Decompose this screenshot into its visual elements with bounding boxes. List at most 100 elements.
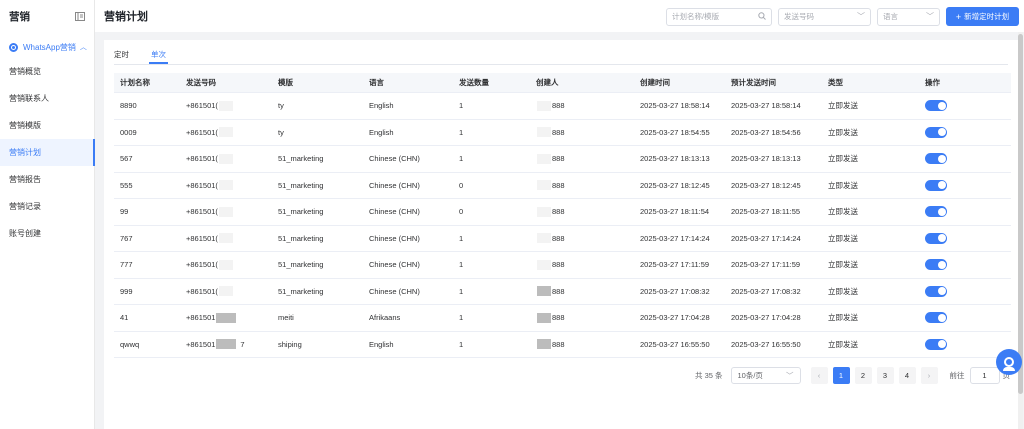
- search-field[interactable]: [666, 7, 772, 26]
- created-time-text: 2025-03-27 17:14:24: [640, 233, 710, 243]
- number-select[interactable]: 发送号码 ﹀: [778, 7, 871, 26]
- cell-action: [925, 305, 947, 331]
- cell-phone-number: +861501(: [186, 93, 234, 119]
- customer-service-button[interactable]: [996, 349, 1022, 375]
- page-button-4[interactable]: 4: [898, 367, 916, 384]
- cell-send-count: 1: [459, 226, 463, 252]
- page-button-1[interactable]: 1: [832, 367, 850, 384]
- page-button-3[interactable]: 3: [876, 367, 894, 384]
- cell-template: 51_marketing: [278, 199, 323, 225]
- cell-creator: 888: [536, 332, 565, 358]
- cell-created-time: 2025-03-27 18:54:55: [640, 120, 710, 146]
- search-icon[interactable]: [758, 11, 766, 22]
- sidebar-group-whatsapp[interactable]: WhatsApp营销 ︿: [0, 38, 94, 56]
- cell-template: 51_marketing: [278, 279, 323, 305]
- prev-page-button[interactable]: ‹: [810, 367, 828, 384]
- template-text: 51_marketing: [278, 207, 324, 217]
- cell-send-count: 1: [459, 252, 463, 278]
- cell-scheduled-time: 2025-03-27 16:55:50: [731, 332, 801, 358]
- table-row: 777 +861501(51_marketing Chinese (CHN) 1 888…: [114, 252, 1011, 279]
- next-page-button[interactable]: ›: [920, 367, 938, 384]
- enable-toggle[interactable]: [925, 312, 947, 324]
- created-time-text: 2025-03-27 17:04:28: [640, 313, 710, 323]
- cell-language: Chinese (CHN): [369, 173, 420, 199]
- enable-toggle[interactable]: [925, 338, 947, 350]
- enable-toggle[interactable]: [925, 100, 947, 112]
- redaction-mask: [537, 180, 551, 191]
- cell-send-count: 1: [459, 305, 463, 331]
- language-text: Afrikaans: [369, 313, 401, 323]
- enable-toggle[interactable]: [925, 126, 947, 138]
- header: 营销计划 发送号码 ﹀ 语言 ﹀ + 新增定时计划: [95, 0, 1024, 32]
- sidebar-item-contacts[interactable]: 营销联系人: [0, 85, 94, 112]
- cell-created-time: 2025-03-27 17:08:32: [640, 279, 710, 305]
- cell-plan-name: 41: [120, 305, 128, 331]
- plan-name-text: 567: [120, 154, 133, 164]
- phone-suffix-text: 7: [240, 339, 245, 349]
- cell-created-time: 2025-03-27 18:58:14: [640, 93, 710, 119]
- cell-plan-name: 99: [120, 199, 128, 225]
- sidebar-item-plans[interactable]: 营销计划: [0, 139, 95, 166]
- page-button-2[interactable]: 2: [854, 367, 872, 384]
- cell-creator: 888: [536, 279, 565, 305]
- template-text: meiti: [278, 313, 294, 323]
- tab-scheduled[interactable]: 定时: [114, 46, 129, 63]
- plus-icon: +: [955, 11, 962, 22]
- cell-created-time: 2025-03-27 17:11:59: [640, 252, 709, 278]
- send-type-text: 立即发送: [828, 101, 858, 111]
- cell-action: [925, 120, 947, 146]
- redaction-mask: [537, 312, 551, 323]
- created-time-text: 2025-03-27 18:13:13: [640, 154, 710, 164]
- language-select-placeholder: 语言: [883, 12, 898, 21]
- cell-action: [925, 279, 947, 305]
- redaction-mask: [216, 312, 237, 323]
- creator-text: 888: [552, 233, 565, 243]
- sidebar-item-records[interactable]: 营销记录: [0, 193, 94, 220]
- cell-send-count: 1: [459, 146, 463, 172]
- send-type-text: 立即发送: [828, 180, 858, 190]
- sidebar-item-reports[interactable]: 营销报告: [0, 166, 94, 193]
- chevron-down-icon: ﹀: [857, 12, 865, 21]
- enable-toggle[interactable]: [925, 285, 947, 297]
- cell-send-count: 0: [459, 173, 463, 199]
- cell-language: English: [369, 93, 394, 119]
- redaction-mask: [218, 100, 233, 111]
- cell-language: Chinese (CHN): [369, 199, 420, 225]
- search-input[interactable]: [672, 12, 752, 21]
- chevron-down-icon: ﹀: [926, 12, 934, 21]
- send-count-text: 1: [459, 313, 464, 323]
- enable-toggle[interactable]: [925, 153, 947, 165]
- cell-created-time: 2025-03-27 18:12:45: [640, 173, 710, 199]
- cell-send-type: 立即发送: [828, 226, 858, 252]
- redaction-mask: [218, 206, 233, 217]
- goto-page-input[interactable]: 1: [969, 367, 1000, 384]
- enable-toggle[interactable]: [925, 259, 947, 271]
- language-select[interactable]: 语言 ﹀: [877, 7, 940, 26]
- user-icon: [1003, 357, 1015, 371]
- page-size-select[interactable]: 10条/页 ﹀: [730, 367, 801, 384]
- enable-toggle[interactable]: [925, 232, 947, 244]
- sidebar-item-account-create[interactable]: 账号创建: [0, 220, 94, 247]
- cell-template: ty: [278, 93, 284, 119]
- scrollbar-thumb[interactable]: [1018, 34, 1023, 394]
- cell-creator: 888: [536, 173, 565, 199]
- enable-toggle[interactable]: [925, 179, 947, 191]
- cell-phone-number: +861501(: [186, 120, 234, 146]
- phone-number-text: +861501: [186, 313, 216, 323]
- send-count-text: 0: [459, 180, 464, 190]
- sidebar-item-overview[interactable]: 营销概览: [0, 58, 94, 85]
- tab-single[interactable]: 单次: [149, 46, 168, 64]
- sidebar-item-templates[interactable]: 营销模版: [0, 112, 94, 139]
- creator-text: 888: [552, 339, 565, 349]
- cell-action: [925, 226, 947, 252]
- created-time-text: 2025-03-27 17:08:32: [640, 286, 710, 296]
- scheduled-time-text: 2025-03-27 17:04:28: [731, 313, 801, 323]
- send-count-text: 1: [459, 233, 464, 243]
- new-scheduled-plan-button[interactable]: + 新增定时计划: [946, 7, 1019, 26]
- collapse-sidebar-icon[interactable]: [74, 11, 85, 21]
- send-count-text: 1: [459, 127, 464, 137]
- cell-plan-name: 567: [120, 146, 133, 172]
- template-text: 51_marketing: [278, 286, 324, 296]
- cell-send-count: 1: [459, 120, 463, 146]
- enable-toggle[interactable]: [925, 206, 947, 218]
